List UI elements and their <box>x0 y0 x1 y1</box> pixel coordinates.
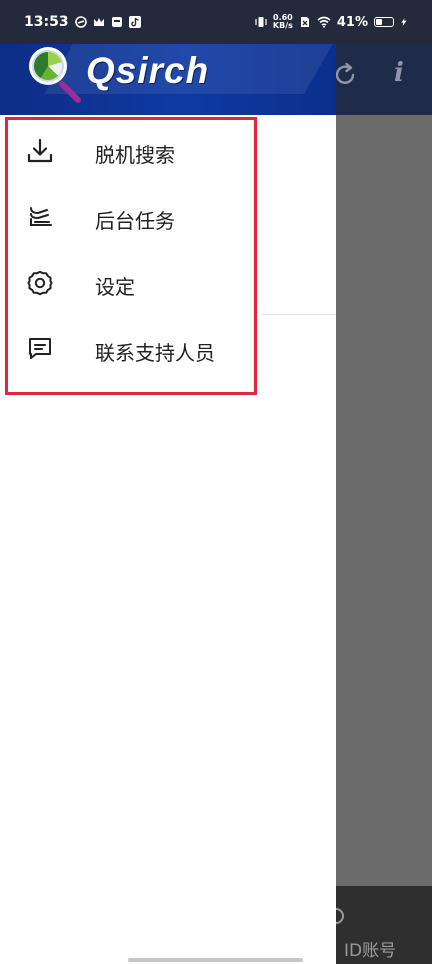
net-speed: 0.60 KB/s <box>273 14 293 30</box>
battery-icon <box>374 17 394 27</box>
sim-off-icon <box>300 17 309 27</box>
charging-icon <box>401 18 407 26</box>
info-icon[interactable]: i <box>394 58 414 90</box>
status-bar-left: 13:53 <box>24 14 141 30</box>
menu-divider <box>262 314 336 315</box>
login-bar-text: ID账号 <box>344 941 397 961</box>
status-bar-right: 0.60 KB/s 41% <box>255 14 408 30</box>
net-speed-unit: KB/s <box>272 21 293 30</box>
store-icon <box>111 17 122 27</box>
status-bar: 13:53 0.60 KB/s 41% <box>0 0 432 44</box>
refresh-icon[interactable] <box>334 62 358 88</box>
app-notification-icon <box>74 16 87 28</box>
qsirch-logo-icon <box>29 47 81 103</box>
battery-level <box>376 19 382 25</box>
status-time: 13:53 <box>24 14 69 30</box>
login-bar[interactable]: ID账号 <box>328 886 432 964</box>
tiktok-icon <box>128 16 141 28</box>
drawer-header: Qsirch <box>0 44 336 115</box>
highlight-box <box>5 117 257 395</box>
vibrate-icon <box>255 17 267 27</box>
app-name: Qsirch <box>86 50 210 91</box>
battery-percent: 41% <box>336 14 368 30</box>
wifi-icon <box>317 16 331 28</box>
crown-icon <box>93 18 104 26</box>
home-indicator[interactable] <box>128 958 303 962</box>
